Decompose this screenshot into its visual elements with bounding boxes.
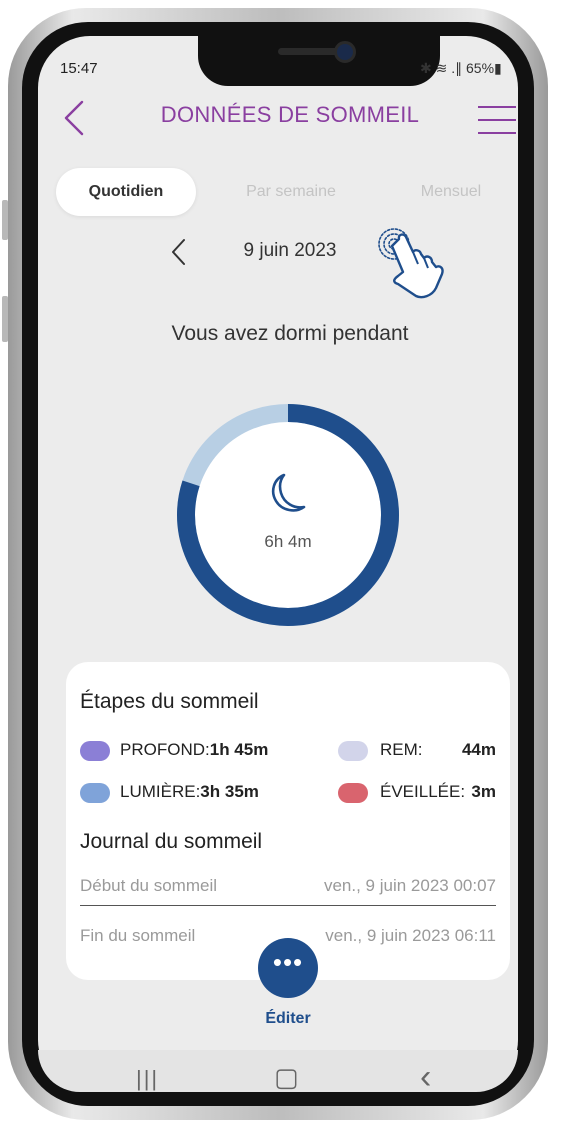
front-camera [334, 41, 356, 63]
log-divider [80, 905, 496, 906]
tab-quotidien[interactable]: Quotidien [56, 168, 196, 216]
sleep-ring-chart [176, 403, 400, 627]
current-date: 9 juin 2023 [243, 240, 337, 261]
sleep-start-value[interactable]: ven., 9 juin 2023 00:07 [262, 876, 496, 896]
stage-color-rem [338, 741, 368, 761]
chevron-left-icon [172, 239, 185, 265]
stage-rem-value: 44m [461, 740, 496, 759]
sleep-log-title: Journal du sommeil [80, 830, 263, 853]
status-time: 15:47 [60, 60, 98, 77]
stages-title: Étapes du sommeil [80, 690, 259, 713]
side-button [2, 296, 8, 342]
notch [198, 36, 440, 86]
sleep-start-label: Début du sommeil [80, 876, 218, 895]
page-title: DONNÉES DE SOMMEIL [160, 102, 420, 127]
tab-par-semaine[interactable]: Par semaine [221, 168, 361, 216]
period-tabs: Quotidien Par semaine Mensuel [56, 168, 506, 216]
stage-eveillee-value: 3m [471, 782, 496, 801]
sleep-end-label: Fin du sommeil [80, 926, 196, 945]
stage-name: LUMIÈRE: [120, 782, 201, 801]
menu-button[interactable] [476, 104, 518, 136]
tap-hand-icon [372, 224, 450, 302]
sleep-summary-heading: Vous avez dormi pendant [171, 322, 409, 345]
stage-color-eveillee [338, 783, 368, 803]
stage-lumiere: LUMIÈRE:3h 35m [120, 782, 259, 802]
stage-value: 3h 35m [200, 782, 259, 801]
tab-mensuel[interactable]: Mensuel [396, 168, 506, 216]
recent-apps-button[interactable]: ||| [136, 1066, 159, 1092]
back-button[interactable] [60, 98, 90, 138]
stage-name: PROFOND: [120, 740, 210, 759]
edit-label[interactable]: Éditer [240, 1010, 336, 1028]
sleep-duration: 6h 4m [264, 532, 312, 551]
stage-color-profond [80, 741, 110, 761]
chevron-left-icon [64, 100, 84, 136]
stage-profond: PROFOND:1h 45m [120, 740, 268, 760]
status-icons: ✱ ≋ .∥ 65%▮ [420, 60, 502, 76]
home-button[interactable]: ▢ [274, 1062, 299, 1093]
hamburger-menu-icon [478, 106, 516, 134]
previous-date-button[interactable] [168, 236, 190, 268]
stage-color-lumiere [80, 783, 110, 803]
system-back-button[interactable]: ‹ [420, 1058, 431, 1097]
stage-value: 1h 45m [209, 740, 269, 759]
earpiece [278, 48, 338, 55]
side-button [2, 200, 8, 240]
more-dots-icon: ••• [272, 947, 304, 977]
stage-rem-name: REM: [380, 740, 423, 759]
